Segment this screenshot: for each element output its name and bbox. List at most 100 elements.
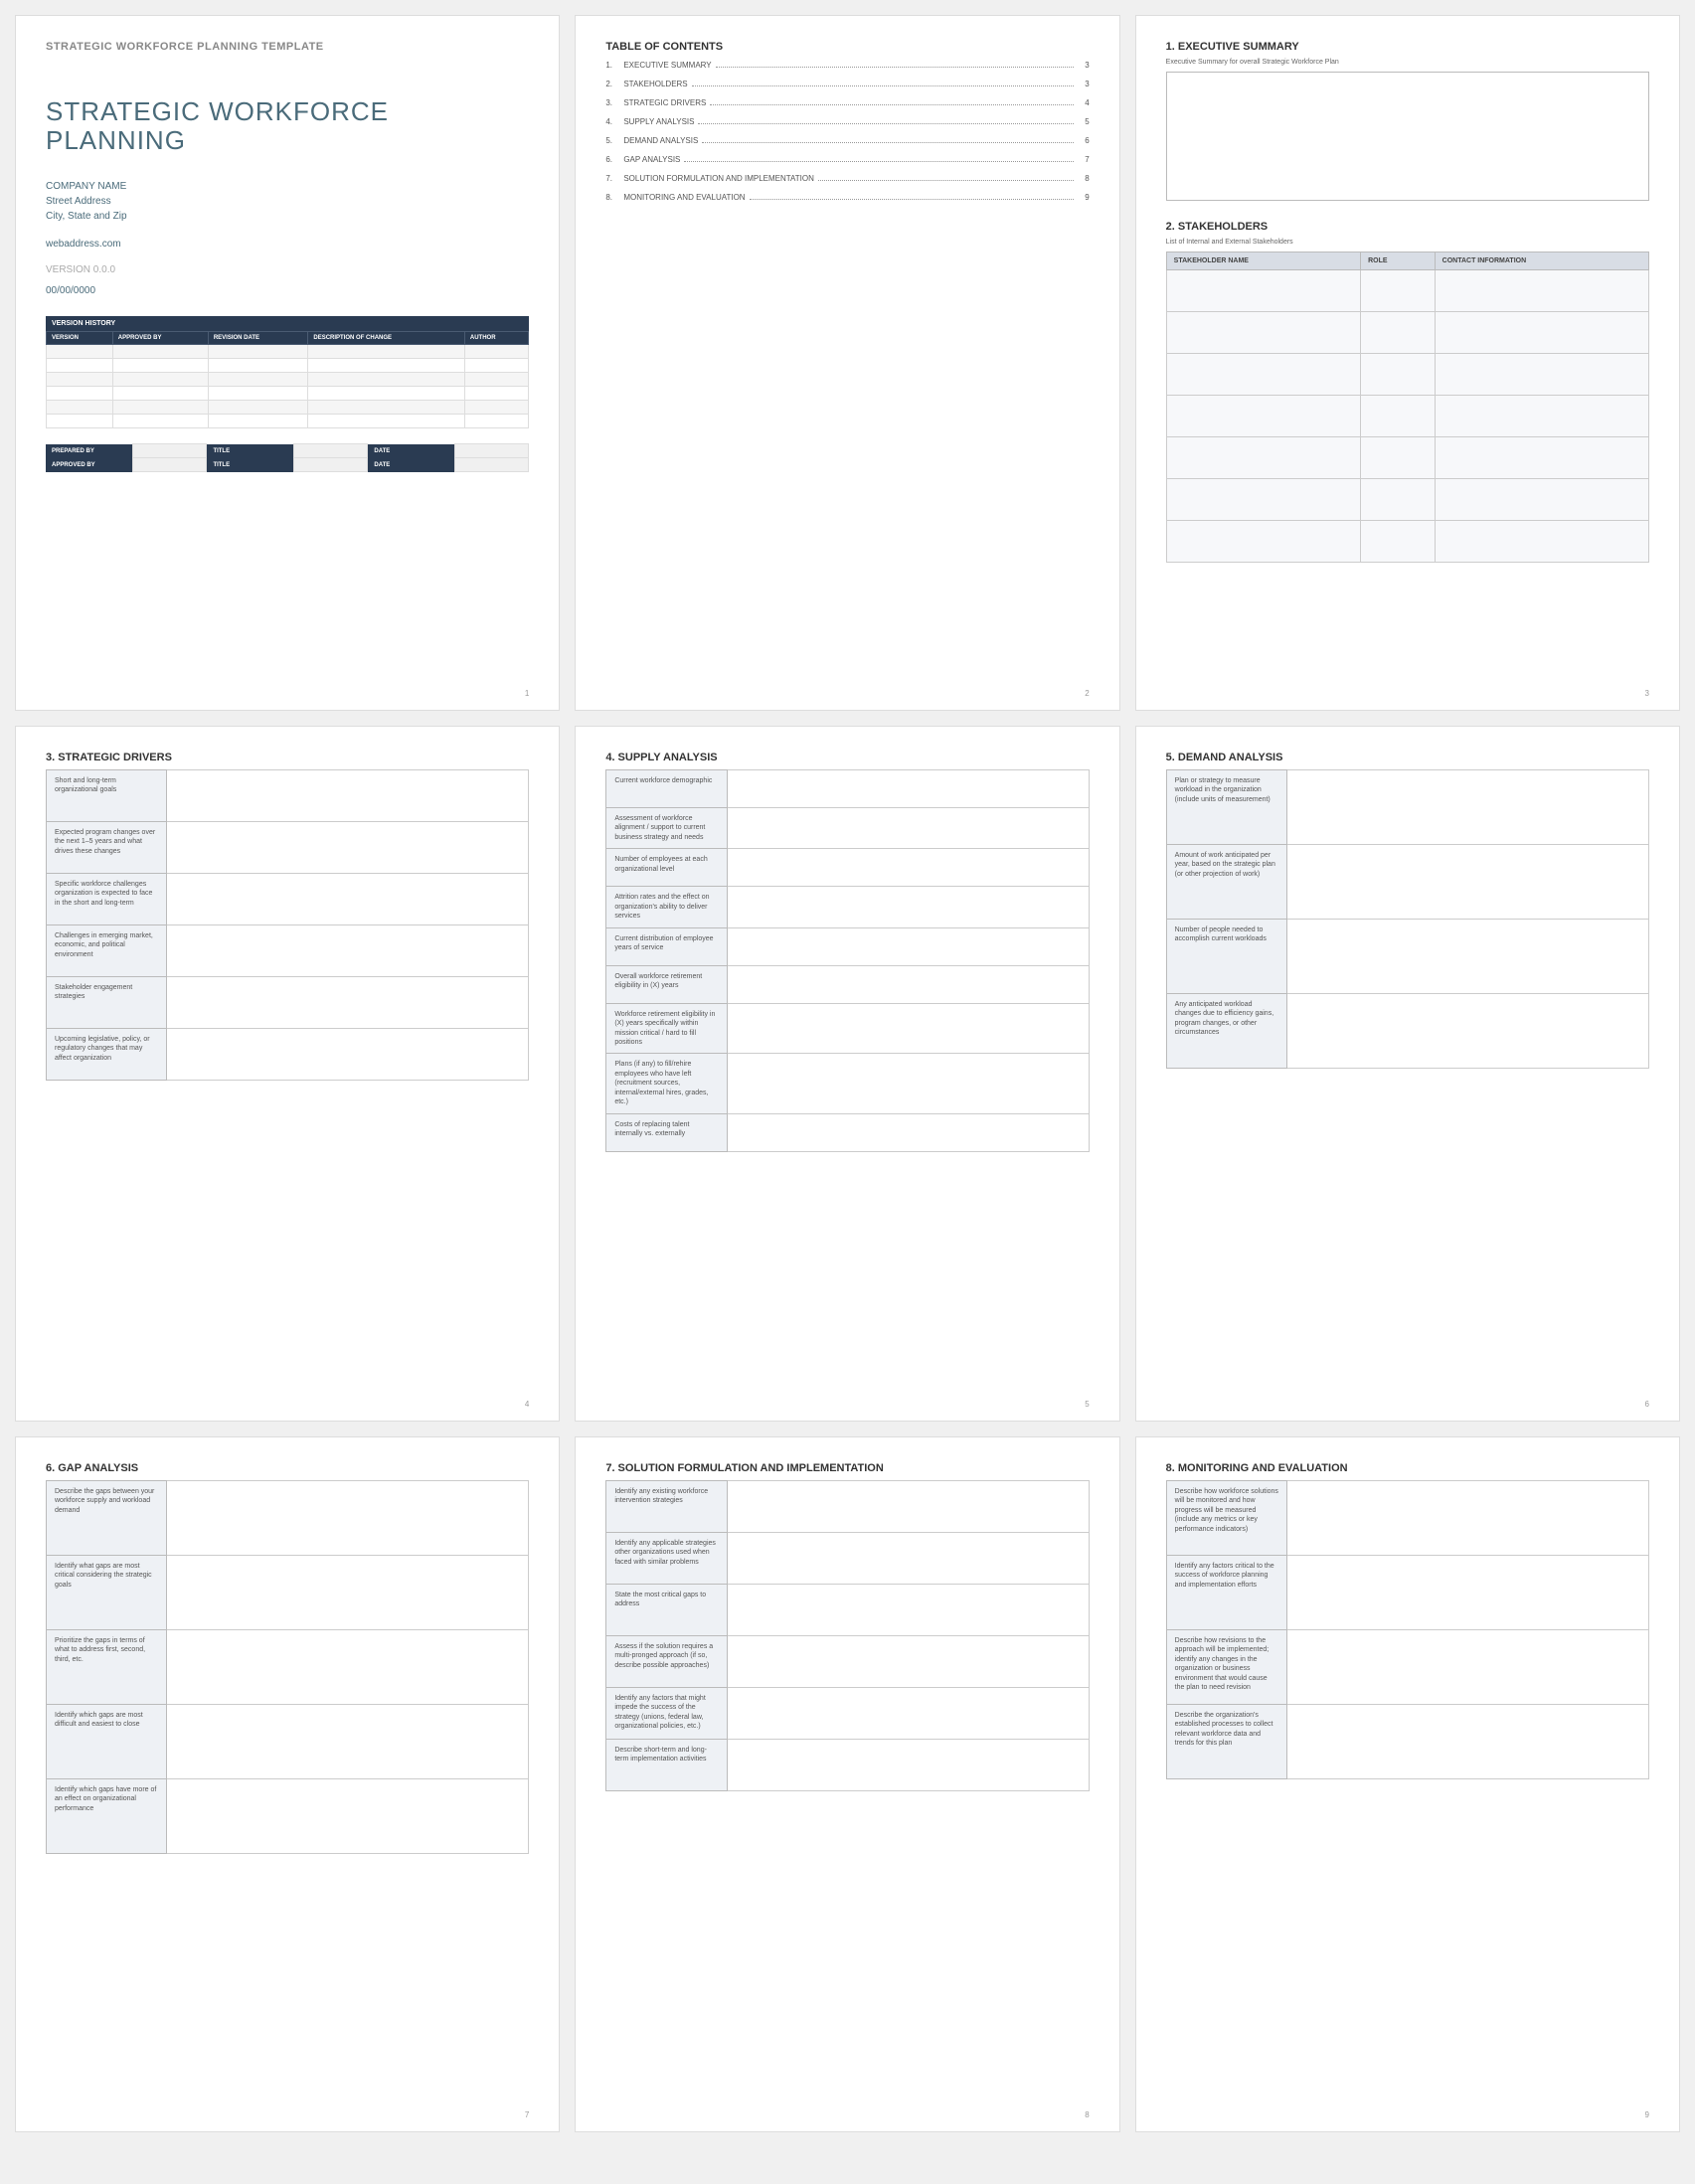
answer-cell[interactable] <box>1286 770 1648 845</box>
sig-approved-field[interactable] <box>132 458 207 472</box>
version-label: VERSION 0.0.0 <box>46 264 529 275</box>
toc-page: 5 <box>1078 117 1090 126</box>
answer-cell[interactable] <box>167 1556 529 1630</box>
sig-prepared-field[interactable] <box>132 444 207 458</box>
toc-item: 3.STRATEGIC DRIVERS4 <box>605 98 1089 107</box>
answer-cell[interactable] <box>1286 1705 1648 1779</box>
page-2: TABLE OF CONTENTS 1.EXECUTIVE SUMMARY32.… <box>575 15 1119 711</box>
prompt-cell: Identify any factors critical to the suc… <box>1166 1556 1286 1630</box>
table-row <box>1166 396 1648 437</box>
answer-cell[interactable] <box>727 1636 1089 1688</box>
answer-cell[interactable] <box>1286 920 1648 994</box>
answer-cell[interactable] <box>727 887 1089 927</box>
answer-cell[interactable] <box>167 1630 529 1705</box>
table-row <box>1166 521 1648 563</box>
toc-item: 5.DEMAND ANALYSIS6 <box>605 136 1089 145</box>
prompt-cell: Stakeholder engagement strategies <box>47 977 167 1029</box>
table-row: Any anticipated workload changes due to … <box>1166 994 1648 1069</box>
answer-cell[interactable] <box>727 1585 1089 1636</box>
answer-cell[interactable] <box>727 1481 1089 1533</box>
table-row: Identify which gaps are most difficult a… <box>47 1705 529 1779</box>
table-row <box>1166 270 1648 312</box>
answer-cell[interactable] <box>727 849 1089 887</box>
answer-cell[interactable] <box>1286 1556 1648 1630</box>
answer-cell[interactable] <box>727 1688 1089 1740</box>
answer-cell[interactable] <box>167 1029 529 1081</box>
page-number: 6 <box>1645 1400 1649 1409</box>
answer-cell[interactable] <box>727 1740 1089 1791</box>
toc-page: 9 <box>1078 193 1090 202</box>
toc-page: 7 <box>1078 155 1090 164</box>
prompt-cell: Overall workforce retirement eligibility… <box>606 965 727 1003</box>
prompt-cell: Short and long-term organizational goals <box>47 770 167 822</box>
answer-cell[interactable] <box>167 822 529 874</box>
prompt-cell: Describe short-term and long-term implem… <box>606 1740 727 1791</box>
prompt-cell: Current workforce demographic <box>606 770 727 808</box>
table-row: Identify which gaps have more of an effe… <box>47 1779 529 1854</box>
answer-cell[interactable] <box>167 1779 529 1854</box>
solution-heading: 7. SOLUTION FORMULATION AND IMPLEMENTATI… <box>605 1462 1089 1474</box>
strategic-drivers-heading: 3. STRATEGIC DRIVERS <box>46 752 529 763</box>
date-label: 00/00/0000 <box>46 285 529 296</box>
sig-prepared-label: PREPARED BY <box>46 444 132 458</box>
toc-num: 6. <box>605 155 623 164</box>
table-row <box>47 373 529 387</box>
answer-cell[interactable] <box>167 770 529 822</box>
prompt-cell: Assessment of workforce alignment / supp… <box>606 808 727 849</box>
answer-cell[interactable] <box>727 927 1089 965</box>
table-row: Amount of work anticipated per year, bas… <box>1166 845 1648 920</box>
prompt-cell: Current distribution of employee years o… <box>606 927 727 965</box>
table-row: Identify any factors critical to the suc… <box>1166 1556 1648 1630</box>
table-row: Costs of replacing talent internally vs.… <box>606 1113 1089 1151</box>
answer-cell[interactable] <box>1286 994 1648 1069</box>
prompt-cell: Expected program changes over the next 1… <box>47 822 167 874</box>
answer-cell[interactable] <box>1286 1481 1648 1556</box>
prompt-cell: Upcoming legislative, policy, or regulat… <box>47 1029 167 1081</box>
answer-cell[interactable] <box>727 1003 1089 1054</box>
answer-cell[interactable] <box>727 808 1089 849</box>
exec-summary-box[interactable] <box>1166 72 1649 201</box>
prompt-cell: Any anticipated workload changes due to … <box>1166 994 1286 1069</box>
prompt-cell: Identify any existing workforce interven… <box>606 1481 727 1533</box>
table-row: Describe how workforce solutions will be… <box>1166 1481 1648 1556</box>
prompt-cell: Number of employees at each organization… <box>606 849 727 887</box>
answer-cell[interactable] <box>167 977 529 1029</box>
page-number: 4 <box>525 1400 529 1409</box>
demand-analysis-heading: 5. DEMAND ANALYSIS <box>1166 752 1649 763</box>
answer-cell[interactable] <box>1286 1630 1648 1705</box>
prompt-cell: Describe the organization's established … <box>1166 1705 1286 1779</box>
prompt-cell: State the most critical gaps to address <box>606 1585 727 1636</box>
answer-cell[interactable] <box>167 874 529 925</box>
answer-cell[interactable] <box>727 1113 1089 1151</box>
toc-page: 3 <box>1078 61 1090 70</box>
sig-date-label-1: DATE <box>368 444 454 458</box>
prompt-cell: Identify any applicable strategies other… <box>606 1533 727 1585</box>
vh-col-version: VERSION <box>47 332 113 345</box>
page-number: 5 <box>1085 1400 1089 1409</box>
prompt-cell: Identify what gaps are most critical con… <box>47 1556 167 1630</box>
answer-cell[interactable] <box>727 965 1089 1003</box>
prompt-cell: Describe how revisions to the approach w… <box>1166 1630 1286 1705</box>
answer-cell[interactable] <box>167 925 529 977</box>
toc-num: 7. <box>605 174 623 183</box>
answer-cell[interactable] <box>727 1054 1089 1113</box>
sig-date-field-1[interactable] <box>454 444 529 458</box>
answer-cell[interactable] <box>727 1533 1089 1585</box>
signature-table: PREPARED BY TITLE DATE APPROVED BY TITLE… <box>46 443 529 472</box>
table-row: Prioritize the gaps in terms of what to … <box>47 1630 529 1705</box>
sig-title-field-1[interactable] <box>293 444 368 458</box>
toc-dots <box>684 161 1073 162</box>
table-row: Current workforce demographic <box>606 770 1089 808</box>
sig-date-field-2[interactable] <box>454 458 529 472</box>
strategic-drivers-table: Short and long-term organizational goals… <box>46 769 529 1081</box>
table-row: Number of employees at each organization… <box>606 849 1089 887</box>
answer-cell[interactable] <box>167 1481 529 1556</box>
answer-cell[interactable] <box>1286 845 1648 920</box>
sig-title-field-2[interactable] <box>293 458 368 472</box>
toc-item: 8.MONITORING AND EVALUATION9 <box>605 193 1089 202</box>
answer-cell[interactable] <box>167 1705 529 1779</box>
answer-cell[interactable] <box>727 770 1089 808</box>
page-number: 7 <box>525 2110 529 2119</box>
toc-dots <box>702 142 1073 143</box>
stakeholders-table: STAKEHOLDER NAME ROLE CONTACT INFORMATIO… <box>1166 252 1649 563</box>
